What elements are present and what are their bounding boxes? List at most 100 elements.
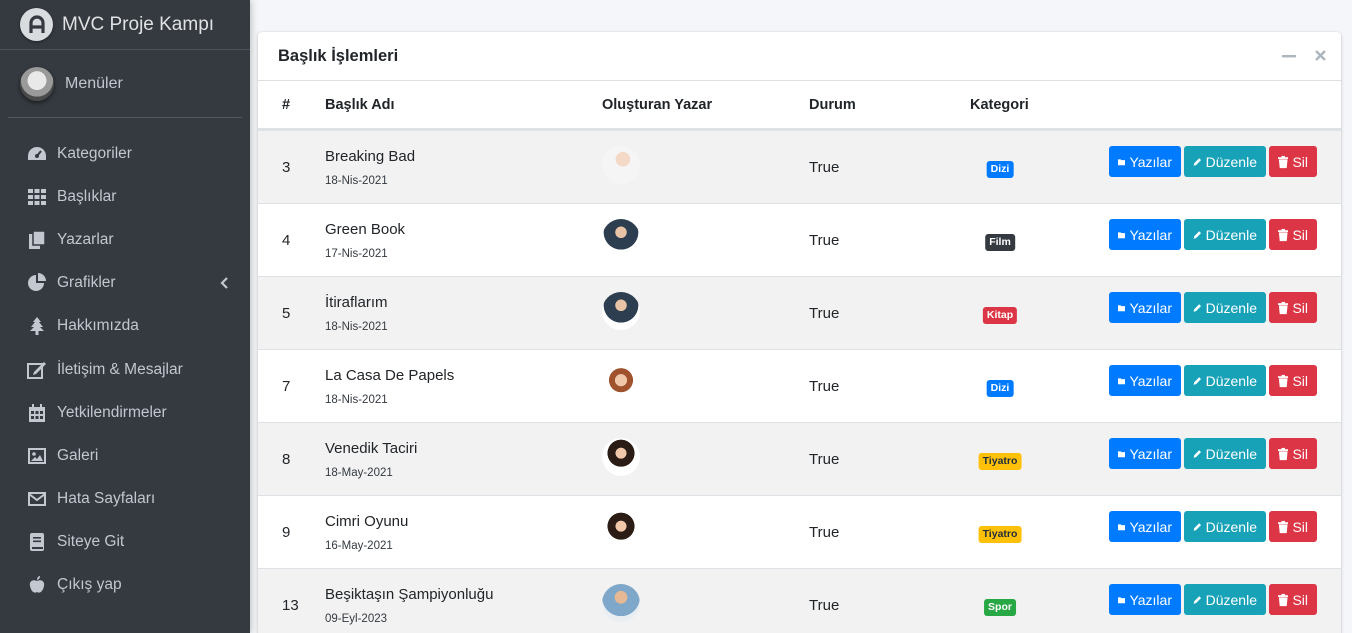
folder-icon [1118,304,1126,311]
category-badge: Dizi [986,380,1014,397]
column-header-author: Oluşturan Yazar [602,96,713,113]
row-number: 9 [282,524,291,541]
delete-button[interactable]: Sil [1269,292,1317,323]
posts-button-label: Yazılar [1129,153,1172,170]
card-header: Başlık İşlemleri [258,32,1341,81]
pencil-icon [1193,376,1202,385]
pencil-icon [1193,230,1202,239]
book-icon [27,532,47,552]
author-avatar [602,365,640,403]
sidebar-item-label: Galeri [57,446,99,464]
grid-icon [27,187,47,207]
delete-button[interactable]: Sil [1269,365,1317,396]
posts-button-label: Yazılar [1129,372,1172,389]
row-title: Cimri Oyunu [325,513,409,530]
sidebar-item-yazarlar[interactable]: Yazarlar [0,218,250,261]
row-title: Venedik Taciri [325,440,418,457]
sidebar-item-basliklar[interactable]: Başlıklar [0,175,250,218]
trash-icon [1278,593,1289,606]
posts-button[interactable]: Yazılar [1109,146,1181,177]
delete-button[interactable]: Sil [1269,584,1317,615]
row-status: True [809,597,840,614]
chevron-left-icon[interactable] [220,276,228,294]
sidebar-item-hakkimizda[interactable]: Hakkımızda [0,305,250,348]
folder-icon [1118,377,1126,384]
calendar-icon [27,403,47,423]
delete-button-label: Sil [1292,591,1308,608]
edit-button-label: Düzenle [1205,445,1257,462]
edit-button[interactable]: Düzenle [1184,219,1266,250]
table-row: 7 La Casa De Papels 18-Nis-2021 True Diz… [258,349,1341,422]
sidebar-item-hata-sayfalari[interactable]: Hata Sayfaları [0,478,250,521]
posts-button[interactable]: Yazılar [1109,584,1181,615]
posts-button[interactable]: Yazılar [1109,292,1181,323]
sidebar-item-label: Yetkilendirmeler [57,403,167,421]
author-avatar [602,292,640,330]
delete-button[interactable]: Sil [1269,438,1317,469]
row-actions: Yazılar Düzenle Sil [1109,365,1317,396]
sidebar-item-grafikler[interactable]: Grafikler [0,262,250,305]
edit-button[interactable]: Düzenle [1184,438,1266,469]
edit-button[interactable]: Düzenle [1184,365,1266,396]
delete-button[interactable]: Sil [1269,146,1317,177]
pencil-icon [1193,595,1202,604]
user-panel[interactable]: Menüler [8,50,242,118]
sidebar-nav: Kategoriler Başlıklar Yazarlar Grafikler… [0,132,250,607]
posts-button-label: Yazılar [1129,445,1172,462]
sidebar-item-yetkilendirmeler[interactable]: Yetkilendirmeler [0,391,250,434]
trash-icon [1278,155,1289,168]
sidebar-item-label: İletişim & Mesajlar [57,360,183,378]
table-row: 13 Beşiktaşın Şampiyonluğu 09-Eyl-2023 T… [258,568,1341,633]
edit-button[interactable]: Düzenle [1184,292,1266,323]
row-date: 18-Nis-2021 [325,394,388,406]
row-date: 18-Nis-2021 [325,175,388,187]
sidebar-item-siteye-git[interactable]: Siteye Git [0,521,250,564]
folder-icon [1118,596,1126,603]
posts-button-label: Yazılar [1129,299,1172,316]
row-title: Beşiktaşın Şampiyonluğu [325,586,494,603]
edit-button[interactable]: Düzenle [1184,511,1266,542]
category-badge: Film [985,234,1015,251]
card-title: Başlık İşlemleri [278,46,399,65]
sidebar-item-galeri[interactable]: Galeri [0,434,250,477]
posts-button[interactable]: Yazılar [1109,365,1181,396]
row-actions: Yazılar Düzenle Sil [1109,292,1317,323]
sidebar-item-cikis[interactable]: Çıkış yap [0,564,250,607]
column-header-status: Durum [809,96,856,113]
edit-button-label: Düzenle [1205,153,1257,170]
delete-button[interactable]: Sil [1269,511,1317,542]
author-avatar [602,146,640,184]
user-name: Menüler [65,74,123,92]
delete-button-label: Sil [1292,518,1308,535]
delete-button[interactable]: Sil [1269,219,1317,250]
row-number: 7 [282,378,291,395]
row-number: 8 [282,451,291,468]
trash-icon [1278,228,1289,241]
pencil-icon [1193,449,1202,458]
table-row: 4 Green Book 17-Nis-2021 True Film Yazıl… [258,203,1341,276]
folder-icon [1118,450,1126,457]
sidebar-item-kategoriler[interactable]: Kategoriler [0,132,250,175]
posts-button[interactable]: Yazılar [1109,511,1181,542]
edit-button[interactable]: Düzenle [1184,146,1266,177]
trash-icon [1278,374,1289,387]
posts-button[interactable]: Yazılar [1109,438,1181,469]
delete-button-label: Sil [1292,153,1308,170]
edit-button[interactable]: Düzenle [1184,584,1266,615]
sidebar-item-iletisim[interactable]: İletişim & Mesajlar [0,348,250,391]
sidebar-item-label: Hakkımızda [57,317,139,335]
row-status: True [809,524,840,541]
pencil-icon [1193,157,1202,166]
minus-icon[interactable] [1282,48,1296,67]
author-avatar [602,511,640,549]
brand-title: MVC Proje Kampı [62,13,215,35]
table-row: 5 İtiraflarım 18-Nis-2021 True Kitap Yaz… [258,276,1341,349]
sidebar-item-label: Kategoriler [57,144,132,162]
posts-button[interactable]: Yazılar [1109,219,1181,250]
row-date: 09-Eyl-2023 [325,613,388,625]
sidebar-item-label: Başlıklar [57,187,117,205]
row-title: Green Book [325,221,406,238]
close-icon[interactable] [1314,48,1327,67]
brand-link[interactable]: MVC Proje Kampı [0,0,250,50]
author-avatar [602,584,640,622]
